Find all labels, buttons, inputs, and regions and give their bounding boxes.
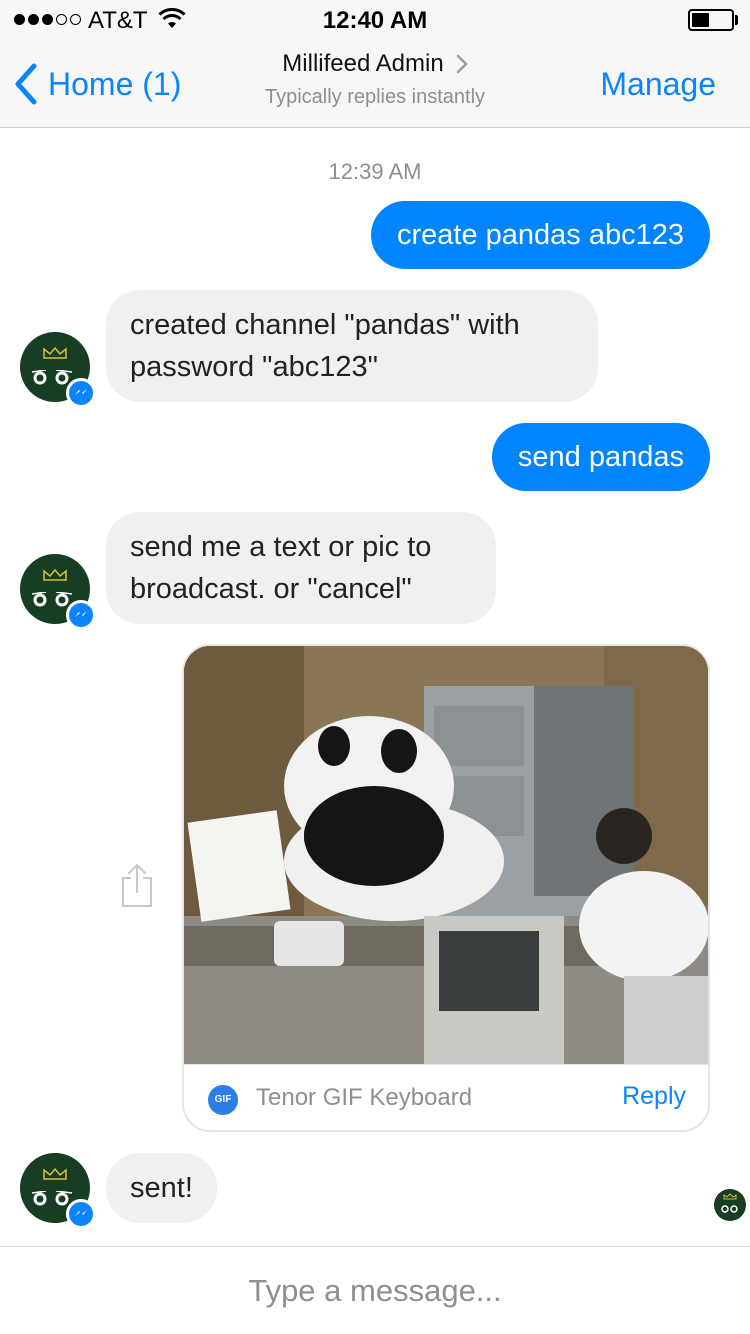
back-button[interactable]: Home (1) (14, 60, 181, 108)
gif-footer: GIF Tenor GIF Keyboard Reply (184, 1064, 708, 1130)
battery-level-fill (692, 13, 709, 27)
avatar[interactable] (20, 332, 96, 408)
contact-name: Millifeed Admin (282, 50, 444, 77)
message-thread[interactable]: 12:39 AM create pandas abc123 created ch… (0, 129, 750, 1245)
gif-source-label[interactable]: Tenor GIF Keyboard (256, 1084, 472, 1112)
message-composer (0, 1246, 750, 1334)
messenger-badge-icon (66, 600, 96, 630)
message-timestamp: 12:39 AM (328, 159, 422, 184)
outgoing-message[interactable]: create pandas abc123 (371, 201, 710, 269)
avatar[interactable] (20, 1153, 96, 1229)
gif-logo-icon: GIF (208, 1085, 238, 1115)
status-time: 12:40 AM (322, 7, 428, 34)
message-line: created channel "pandas" with (130, 309, 520, 341)
message-line: broadcast. or "cancel" (130, 573, 412, 605)
battery-icon (688, 9, 734, 31)
contact-status: Typically replies instantly (264, 86, 486, 108)
message-input[interactable] (0, 1247, 750, 1334)
gif-attachment[interactable]: GIF Tenor GIF Keyboard Reply (182, 644, 710, 1132)
crown-icon (43, 568, 67, 581)
crown-icon (43, 346, 67, 359)
share-icon[interactable] (119, 862, 155, 908)
battery-tip (735, 15, 738, 25)
messenger-badge-icon (66, 378, 96, 408)
chevron-left-icon (15, 63, 37, 105)
back-button-label: Home (1) (48, 65, 182, 102)
gif-panda-office-image (184, 646, 708, 1064)
chevron-right-icon (456, 54, 468, 74)
status-bar: AT&T 12:40 AM (0, 0, 750, 40)
message-line: password "abc123" (130, 351, 378, 383)
incoming-message[interactable]: created channel "pandas" with password "… (106, 290, 598, 402)
messenger-badge-icon (66, 1199, 96, 1229)
outgoing-message[interactable]: send pandas (491, 423, 710, 491)
message-line: send me a text or pic to (130, 531, 432, 563)
incoming-message[interactable]: send me a text or pic to broadcast. or "… (106, 512, 496, 624)
incoming-message[interactable]: sent! (106, 1153, 217, 1223)
crown-icon (43, 1167, 67, 1180)
gif-reply-button[interactable]: Reply (622, 1082, 686, 1111)
avatar[interactable] (20, 554, 96, 630)
seen-indicator-avatar (714, 1189, 746, 1221)
navigation-bar: Home (1) Millifeed Admin Typically repli… (0, 40, 750, 128)
conversation-title[interactable]: Millifeed Admin Typically replies instan… (200, 50, 550, 109)
manage-button[interactable]: Manage (600, 66, 716, 103)
gif-image[interactable] (184, 646, 708, 1064)
